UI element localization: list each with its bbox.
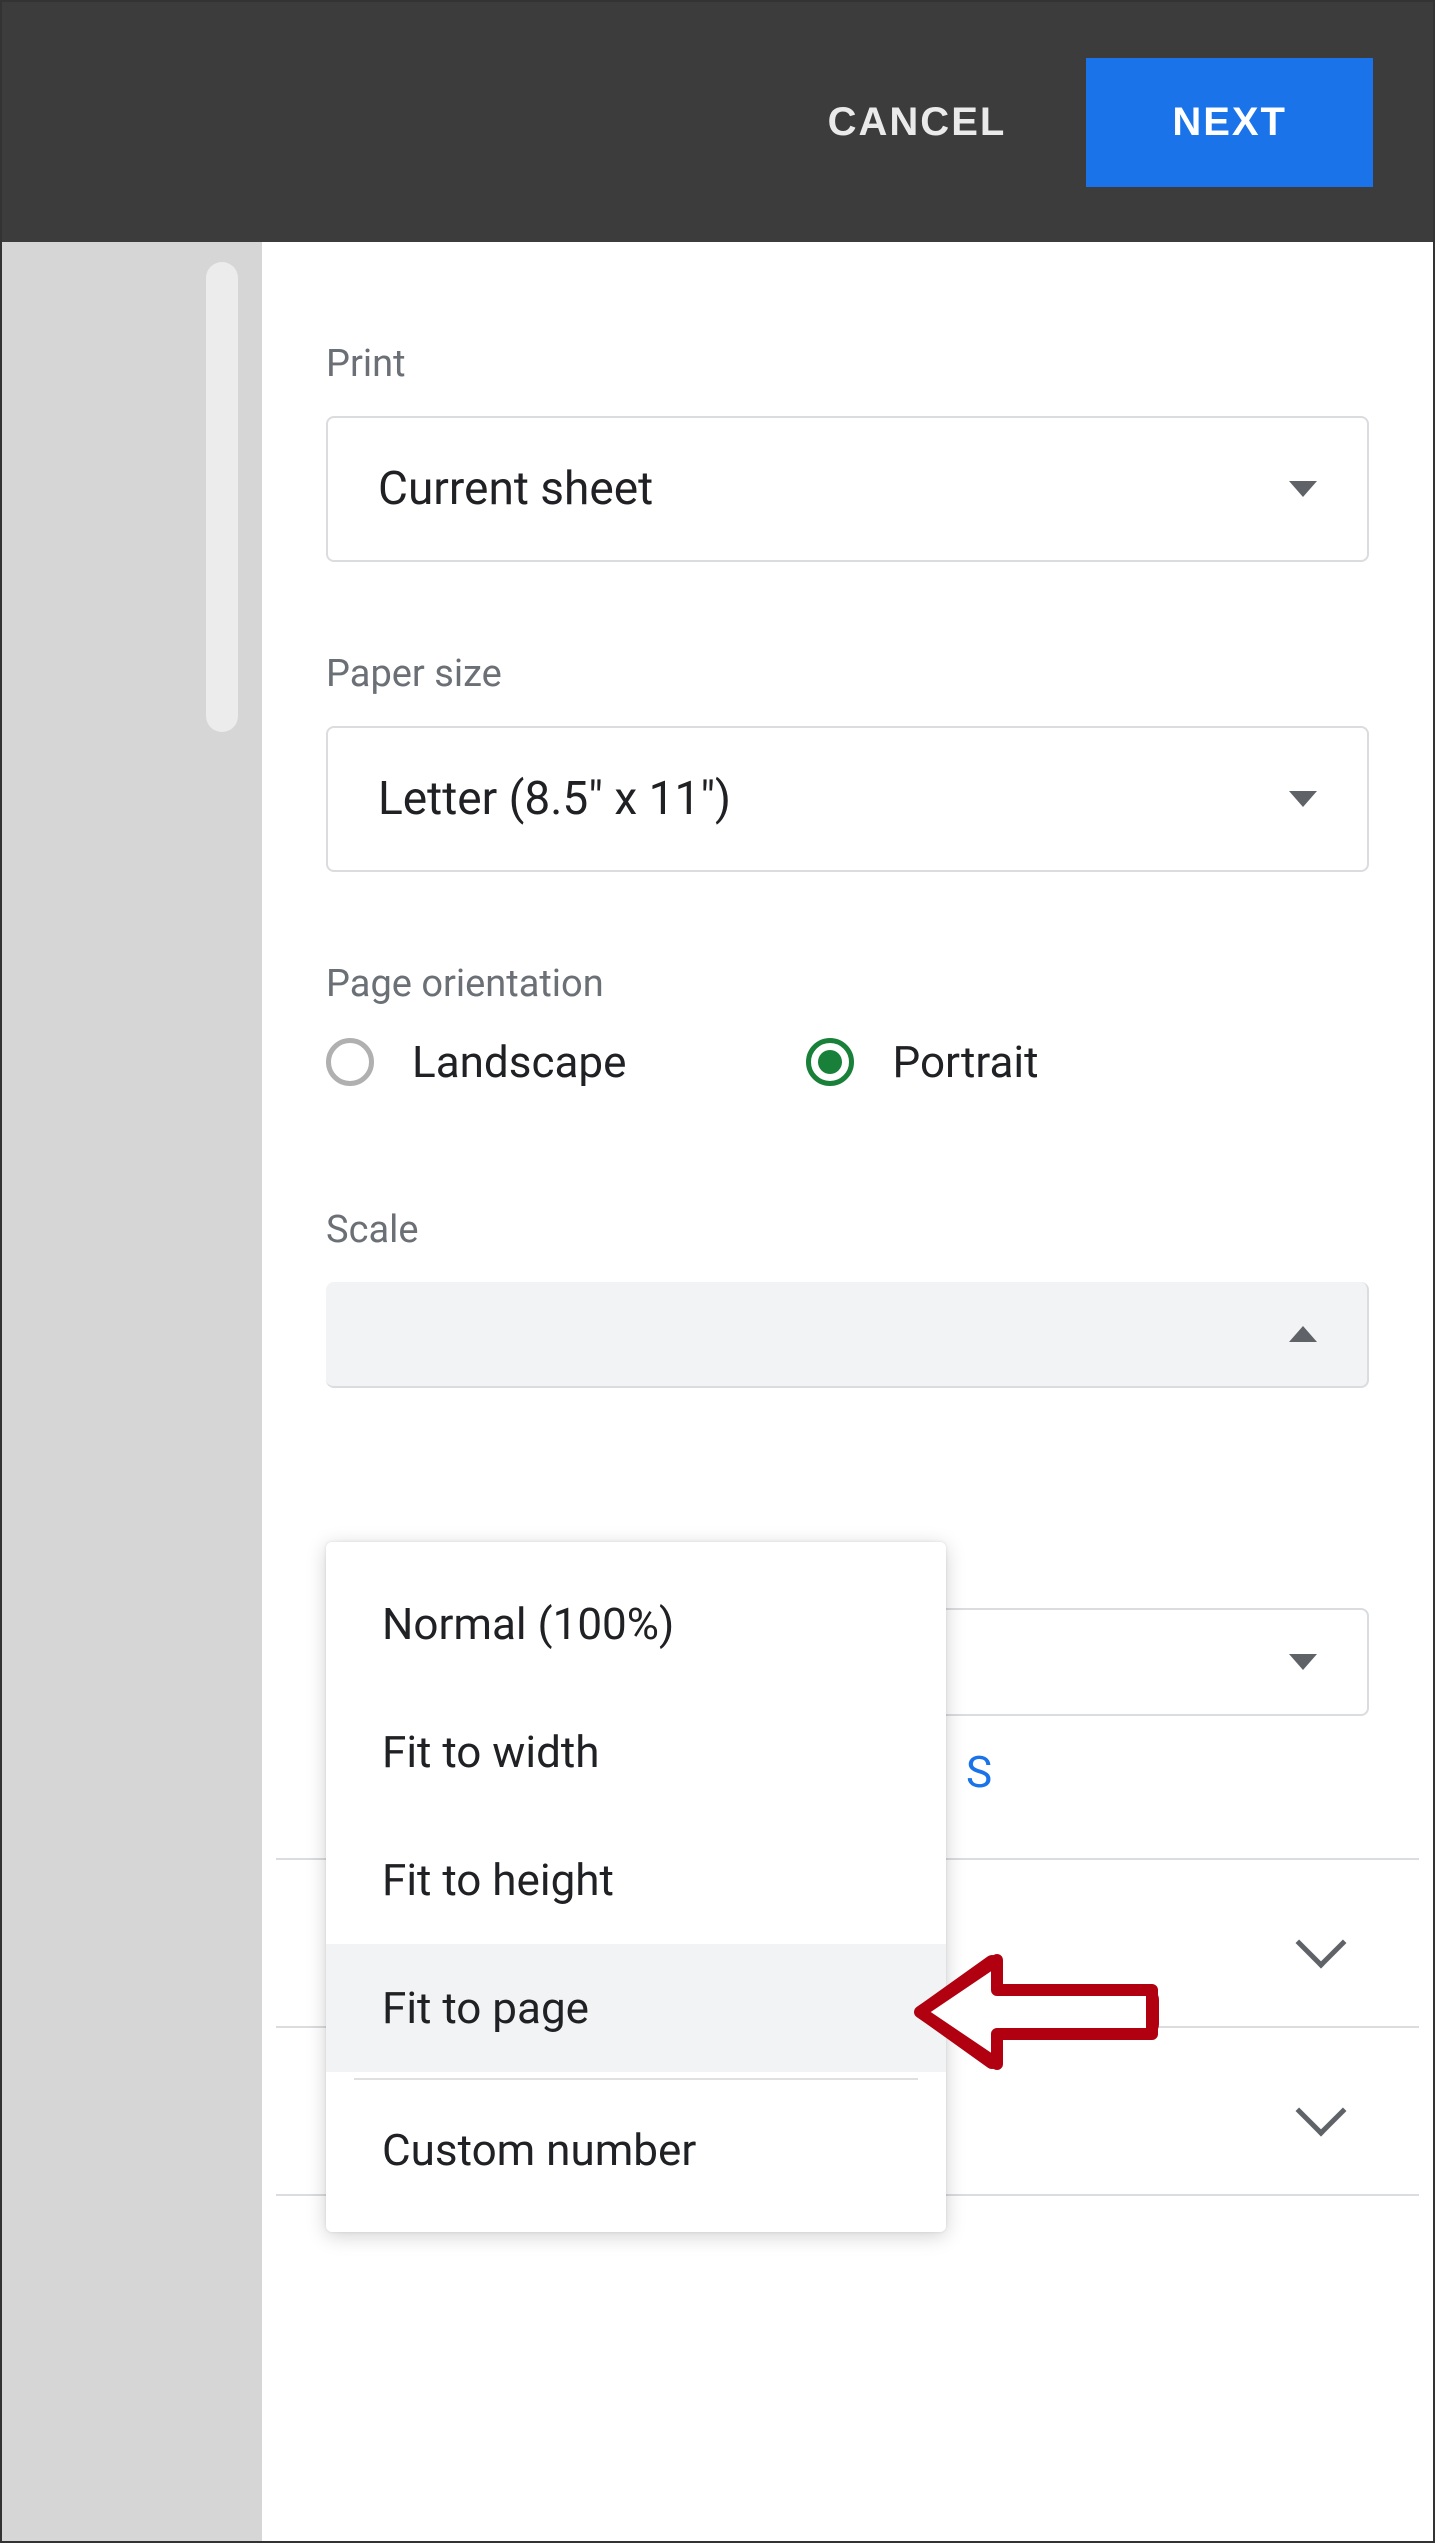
print-range-value: Current sheet bbox=[378, 462, 653, 516]
orientation-landscape-radio[interactable]: Landscape bbox=[326, 1036, 626, 1088]
scale-select[interactable] bbox=[326, 1282, 1369, 1388]
scale-label: Scale bbox=[326, 1208, 1369, 1252]
print-settings-pane: Print Current sheet Paper size Letter (8… bbox=[262, 242, 1433, 2541]
print-preview-pane bbox=[2, 242, 262, 2541]
link-text-partial: S bbox=[966, 1746, 1369, 1798]
radio-selected-icon bbox=[806, 1038, 854, 1086]
scale-option-fit-height[interactable]: Fit to height bbox=[326, 1816, 946, 1944]
chevron-down-icon bbox=[1296, 1918, 1347, 1969]
scale-option-fit-page[interactable]: Fit to page bbox=[326, 1944, 946, 2072]
paper-size-select[interactable]: Letter (8.5" x 11") bbox=[326, 726, 1369, 872]
scale-dropdown-menu: Normal (100%) Fit to width Fit to height… bbox=[326, 1542, 946, 2232]
caret-down-icon bbox=[1289, 1654, 1317, 1670]
dialog-header: CANCEL NEXT bbox=[2, 2, 1433, 242]
chevron-down-icon bbox=[1296, 2086, 1347, 2137]
paper-size-label: Paper size bbox=[326, 652, 1369, 696]
scale-option-custom[interactable]: Custom number bbox=[326, 2086, 946, 2214]
radio-icon bbox=[326, 1038, 374, 1086]
scale-option-fit-width[interactable]: Fit to width bbox=[326, 1688, 946, 1816]
orientation-label: Page orientation bbox=[326, 962, 1369, 1006]
orientation-landscape-label: Landscape bbox=[412, 1036, 626, 1088]
menu-divider bbox=[354, 2078, 918, 2080]
orientation-portrait-label: Portrait bbox=[892, 1036, 1038, 1088]
caret-down-icon bbox=[1289, 481, 1317, 497]
print-label: Print bbox=[326, 342, 1369, 386]
print-range-select[interactable]: Current sheet bbox=[326, 416, 1369, 562]
cancel-button[interactable]: CANCEL bbox=[788, 70, 1047, 175]
paper-size-value: Letter (8.5" x 11") bbox=[378, 772, 731, 826]
scale-option-normal[interactable]: Normal (100%) bbox=[326, 1560, 946, 1688]
next-button[interactable]: NEXT bbox=[1086, 58, 1373, 187]
orientation-portrait-radio[interactable]: Portrait bbox=[806, 1036, 1038, 1088]
caret-down-icon bbox=[1289, 791, 1317, 807]
caret-up-icon bbox=[1289, 1326, 1317, 1342]
scrollbar-thumb[interactable] bbox=[206, 262, 238, 732]
